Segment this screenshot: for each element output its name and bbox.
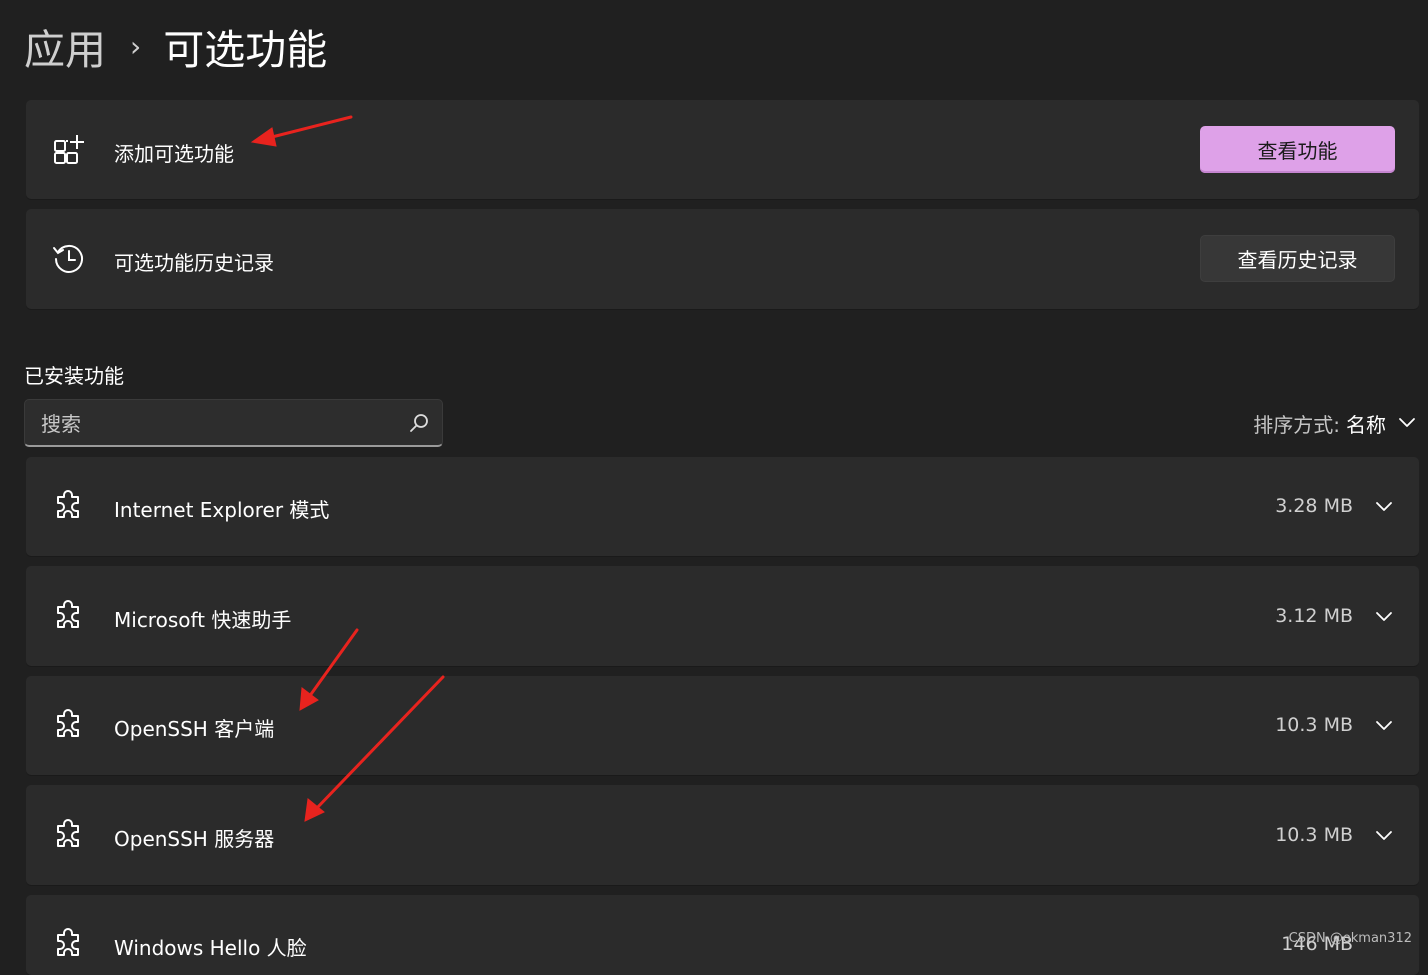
- feature-history-card: 可选功能历史记录 查看历史记录: [26, 209, 1419, 309]
- feature-size: 10.3 MB: [1275, 824, 1353, 846]
- add-feature-card: 添加可选功能 查看功能: [26, 100, 1419, 199]
- chevron-down-icon[interactable]: [1375, 717, 1393, 735]
- sort-label: 排序方式:: [1253, 409, 1340, 438]
- feature-row[interactable]: OpenSSH 服务器 10.3 MB: [26, 785, 1419, 885]
- breadcrumb: 应用 › 可选功能: [24, 16, 327, 76]
- puzzle-icon: [52, 489, 86, 523]
- chevron-down-icon[interactable]: [1375, 498, 1393, 516]
- apps-add-icon: [52, 133, 86, 167]
- feature-row[interactable]: OpenSSH 客户端 10.3 MB: [26, 676, 1419, 775]
- breadcrumb-apps-link[interactable]: 应用: [24, 16, 106, 76]
- feature-row[interactable]: Windows Hello 人脸 146 MB: [26, 895, 1419, 975]
- breadcrumb-separator: ›: [130, 30, 141, 63]
- sort-value: 名称: [1346, 409, 1386, 438]
- chevron-down-icon[interactable]: [1375, 608, 1393, 626]
- feature-row[interactable]: Microsoft 快速助手 3.12 MB: [26, 566, 1419, 666]
- history-icon: [52, 242, 86, 276]
- feature-name: Windows Hello 人脸: [114, 932, 307, 961]
- page-title: 可选功能: [163, 16, 327, 76]
- sort-dropdown[interactable]: 排序方式: 名称: [1253, 406, 1416, 440]
- search-box: [24, 399, 443, 447]
- installed-features-heading: 已安装功能: [24, 360, 124, 389]
- feature-name: Internet Explorer 模式: [114, 494, 329, 523]
- chevron-down-icon[interactable]: [1375, 827, 1393, 845]
- view-features-button[interactable]: 查看功能: [1200, 126, 1395, 173]
- add-feature-label: 添加可选功能: [114, 138, 234, 167]
- view-history-button[interactable]: 查看历史记录: [1200, 235, 1395, 282]
- watermark: CSDN @okman312: [1289, 931, 1412, 946]
- feature-size: 10.3 MB: [1275, 714, 1353, 736]
- feature-row[interactable]: Internet Explorer 模式 3.28 MB: [26, 457, 1419, 556]
- puzzle-icon: [52, 599, 86, 633]
- feature-name: OpenSSH 服务器: [114, 823, 274, 852]
- search-input[interactable]: [39, 408, 393, 440]
- feature-size: 3.28 MB: [1275, 495, 1353, 517]
- puzzle-icon: [52, 818, 86, 852]
- puzzle-icon: [52, 708, 86, 742]
- feature-name: OpenSSH 客户端: [114, 713, 274, 742]
- search-icon[interactable]: [408, 412, 430, 434]
- feature-size: 3.12 MB: [1275, 605, 1353, 627]
- feature-history-label: 可选功能历史记录: [114, 247, 274, 276]
- chevron-down-icon: [1398, 414, 1416, 432]
- feature-name: Microsoft 快速助手: [114, 604, 291, 633]
